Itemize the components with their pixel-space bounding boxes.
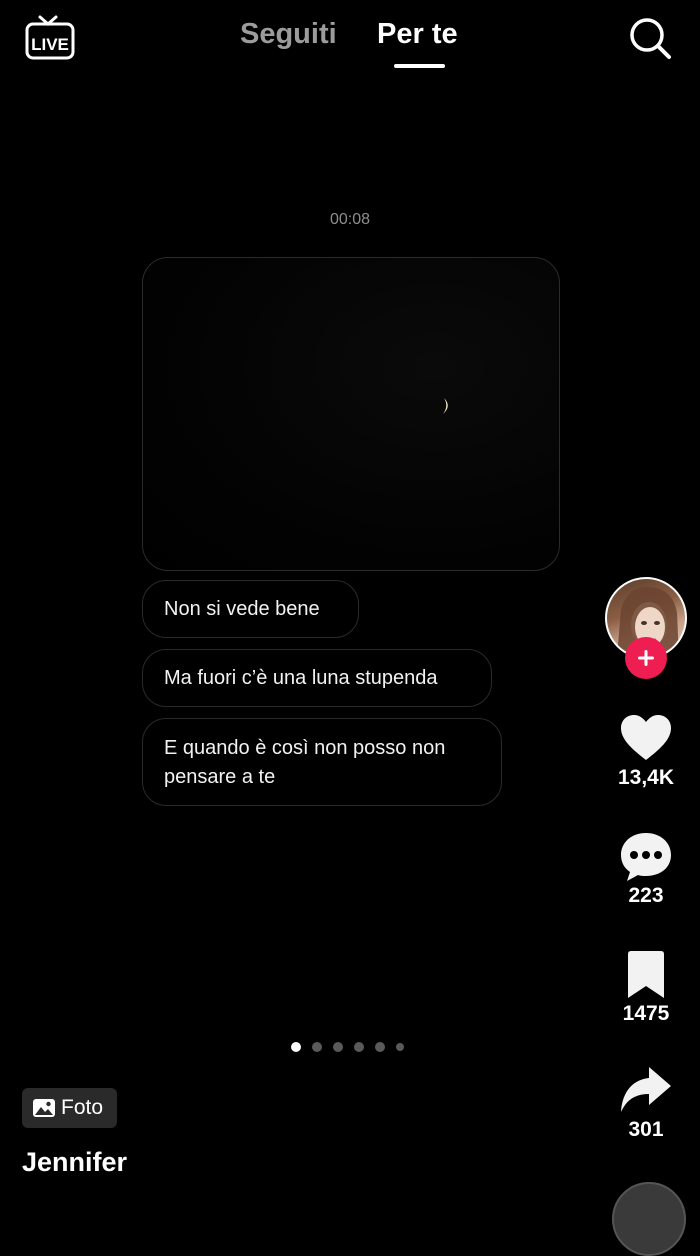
search-icon[interactable] xyxy=(628,16,672,60)
comment-count: 223 xyxy=(628,884,664,907)
plus-icon xyxy=(638,650,654,666)
carousel-dot xyxy=(354,1042,364,1052)
share-count: 301 xyxy=(628,1118,664,1141)
tab-following[interactable]: Seguiti xyxy=(240,18,337,51)
carousel-dot xyxy=(312,1042,322,1052)
follow-button[interactable] xyxy=(625,637,667,679)
tab-for-you[interactable]: Per te xyxy=(377,18,458,51)
author-name[interactable]: Jennifer xyxy=(22,1147,127,1178)
chat-line: E quando è così non posso non xyxy=(164,737,446,759)
photo-badge-label: Foto xyxy=(61,1096,104,1119)
carousel-dot-active xyxy=(291,1042,301,1052)
chat-bubble: Non si vede bene xyxy=(142,580,359,638)
carousel-dot xyxy=(333,1042,343,1052)
carousel-dot xyxy=(375,1042,385,1052)
video-message[interactable] xyxy=(142,257,560,571)
moon-image xyxy=(443,398,448,414)
chat-bubble: Ma fuori c’è una luna stupenda xyxy=(142,649,492,707)
heart-icon[interactable] xyxy=(619,712,673,766)
save-count: 1475 xyxy=(622,1002,670,1025)
image-icon xyxy=(33,1099,55,1117)
bookmark-icon[interactable] xyxy=(619,948,673,1002)
like-count: 13,4K xyxy=(617,766,675,789)
active-tab-indicator xyxy=(394,64,445,68)
photo-badge: Foto xyxy=(22,1088,117,1128)
live-icon[interactable]: LIVE xyxy=(24,14,76,62)
carousel-dot xyxy=(396,1043,404,1051)
chat-bubble-text: Ma fuori c’è una luna stupenda xyxy=(164,666,438,689)
chat-line: pensare a te xyxy=(164,766,276,788)
sound-avatar[interactable] xyxy=(612,1182,686,1256)
message-timestamp: 00:08 xyxy=(329,211,371,228)
live-label: LIVE xyxy=(31,35,69,54)
share-icon[interactable] xyxy=(619,1064,673,1118)
comment-icon[interactable] xyxy=(619,830,673,884)
chat-bubble-text: E quando è così non posso non pensare a … xyxy=(164,734,445,792)
chat-bubble: E quando è così non posso non pensare a … xyxy=(142,718,502,806)
chat-bubble-text: Non si vede bene xyxy=(164,597,320,620)
carousel-indicator xyxy=(291,1042,404,1052)
